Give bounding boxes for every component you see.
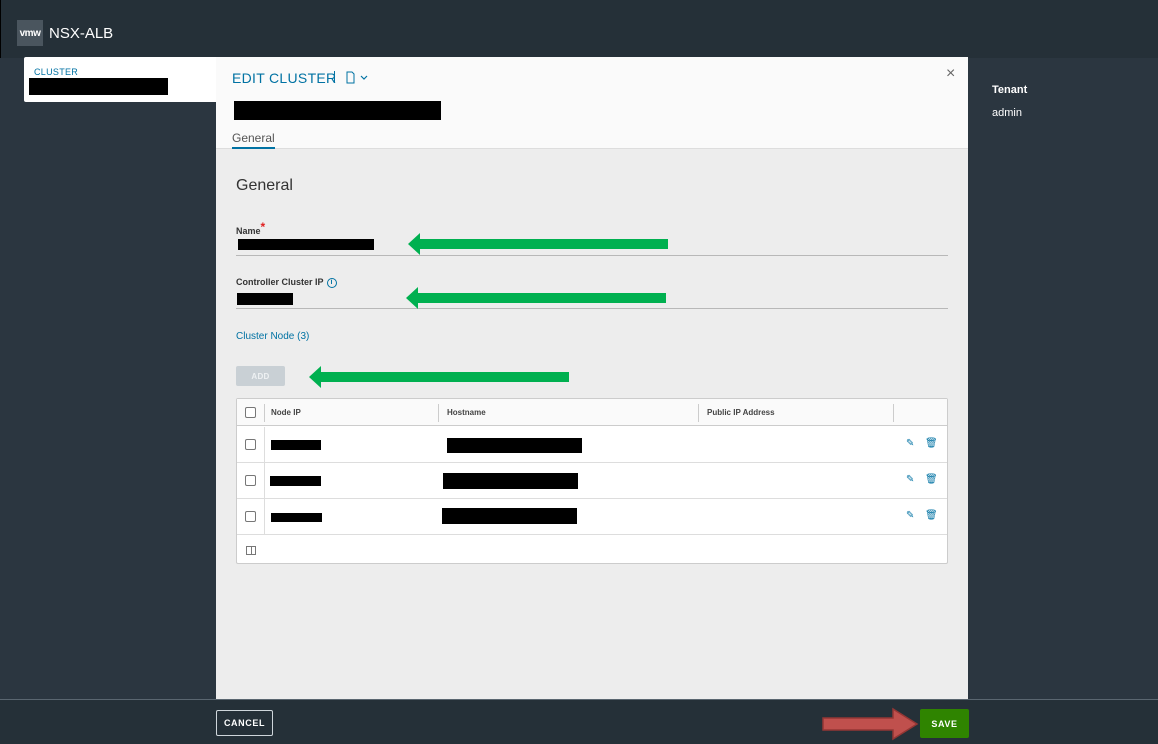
- tenant-label: Tenant: [992, 84, 1028, 96]
- column-separator[interactable]: [698, 404, 699, 422]
- table-row: ✎ 🗑: [237, 499, 947, 535]
- row-separator: [264, 499, 265, 535]
- background-cluster-card: CLUSTER: [24, 57, 224, 102]
- title-separator: [334, 71, 335, 83]
- controller-ip-value[interactable]: [237, 293, 293, 305]
- cancel-button[interactable]: CANCEL: [216, 710, 273, 736]
- grid-footer: [237, 537, 947, 564]
- column-separator: [893, 404, 894, 422]
- column-header-hostname[interactable]: Hostname: [447, 408, 486, 417]
- select-all-checkbox[interactable]: [245, 407, 256, 418]
- trash-icon[interactable]: 🗑: [925, 438, 938, 449]
- document-icon[interactable]: [346, 71, 370, 85]
- hostname-cell: [442, 508, 577, 524]
- modal-title: EDIT CLUSTER: [232, 70, 337, 86]
- hostname-cell: [447, 438, 582, 453]
- cluster-node-grid: Node IP Hostname Public IP Address ✎ 🗑 ✎…: [236, 398, 948, 564]
- edit-icon[interactable]: ✎: [906, 474, 914, 485]
- name-field-label: Name*: [236, 220, 266, 237]
- top-bar: vmw NSX-ALB: [0, 0, 1158, 58]
- background-cluster-label: CLUSTER: [34, 67, 79, 77]
- vmw-logo-icon: vmw: [17, 20, 43, 46]
- trash-icon[interactable]: 🗑: [925, 510, 938, 521]
- trash-icon[interactable]: 🗑: [925, 474, 938, 485]
- row-checkbox[interactable]: [245, 511, 256, 522]
- hostname-cell: [443, 473, 578, 489]
- add-button[interactable]: ADD: [236, 366, 285, 386]
- redacted-cluster-name: [29, 78, 168, 95]
- node-ip-cell: [271, 513, 322, 522]
- row-separator: [264, 463, 265, 499]
- edit-icon[interactable]: ✎: [906, 510, 914, 521]
- column-header-public-ip[interactable]: Public IP Address: [707, 408, 775, 417]
- tenant-value[interactable]: admin: [992, 107, 1022, 119]
- controller-ip-label: Controller Cluster IP i: [236, 277, 337, 288]
- save-button[interactable]: SAVE: [920, 709, 969, 738]
- modal-header: EDIT CLUSTER × General: [216, 57, 968, 149]
- name-field-value[interactable]: [238, 239, 374, 250]
- tab-general[interactable]: General: [232, 131, 275, 149]
- annotation-arrow-controller-ip: [406, 287, 666, 309]
- name-field-underline: [236, 255, 948, 256]
- table-row: ✎ 🗑: [237, 463, 947, 499]
- row-checkbox[interactable]: [245, 439, 256, 450]
- edit-icon[interactable]: ✎: [906, 438, 914, 449]
- redacted-subtitle: [234, 101, 441, 120]
- grid-header: Node IP Hostname Public IP Address: [237, 399, 947, 426]
- column-separator[interactable]: [438, 404, 439, 422]
- controller-ip-label-text: Controller Cluster IP: [236, 277, 324, 287]
- row-checkbox[interactable]: [245, 475, 256, 486]
- app-title: NSX-ALB: [49, 25, 114, 42]
- close-icon[interactable]: ×: [946, 65, 955, 83]
- column-separator: [264, 404, 265, 422]
- annotation-arrow-save: [822, 707, 919, 741]
- node-ip-cell: [271, 440, 321, 450]
- node-ip-cell: [270, 476, 321, 486]
- name-label-text: Name: [236, 226, 261, 236]
- required-mark: *: [260, 220, 266, 234]
- footer-bar: CANCEL SAVE: [0, 699, 1158, 744]
- column-toggle-icon[interactable]: [246, 546, 256, 555]
- table-row: ✎ 🗑: [237, 427, 947, 463]
- column-header-node-ip[interactable]: Node IP: [271, 408, 301, 417]
- info-icon[interactable]: i: [326, 277, 337, 288]
- chevron-down-icon: [360, 75, 368, 80]
- annotation-arrow-name: [408, 233, 668, 255]
- cluster-node-label: Cluster Node (3): [236, 331, 310, 342]
- annotation-arrow-add: [309, 366, 569, 388]
- section-title: General: [236, 177, 293, 194]
- row-separator: [264, 427, 265, 463]
